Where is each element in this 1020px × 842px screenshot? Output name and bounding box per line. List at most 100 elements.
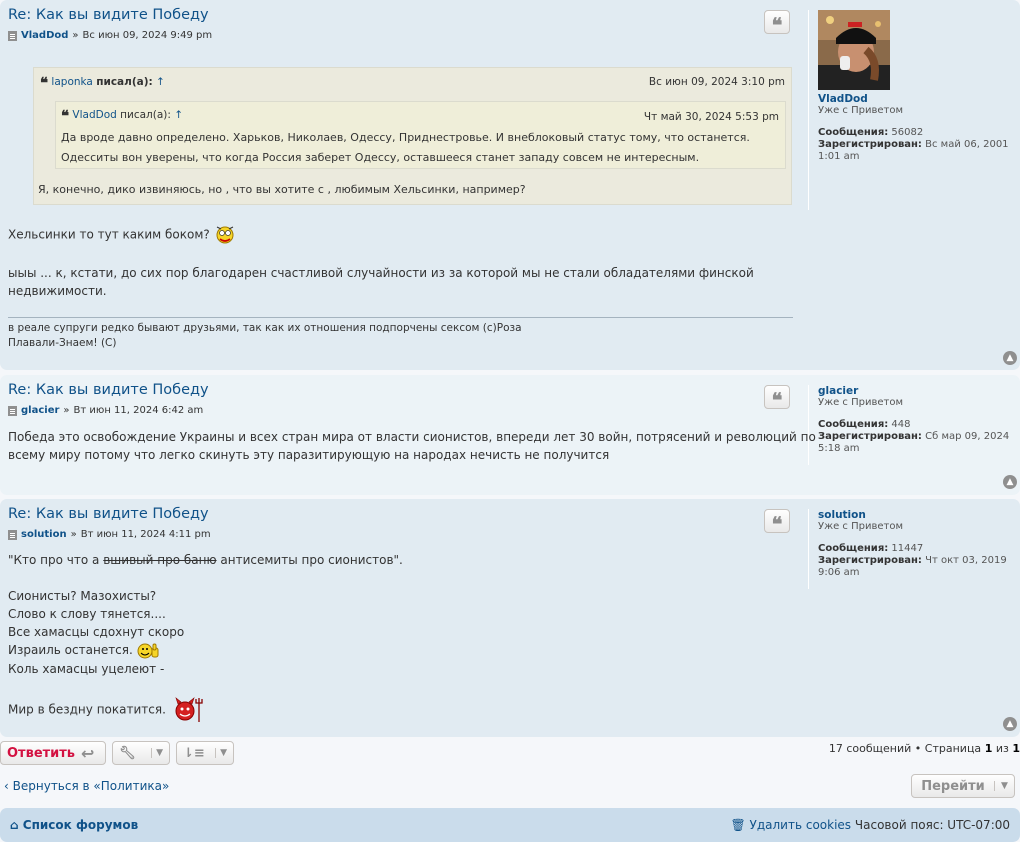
delete-cookies-link[interactable]: Удалить cookies bbox=[750, 818, 852, 832]
signature-line: Плавали-Знаем! (С) bbox=[8, 337, 117, 349]
quote-text: Я, конечно, дико извиняюсь, но , что вы … bbox=[38, 183, 526, 196]
post-author[interactable]: glacier bbox=[21, 405, 59, 416]
jump-to-button[interactable]: Перейти ▼ bbox=[911, 774, 1015, 798]
current-page: 1 bbox=[984, 742, 993, 755]
quote-date: Вс июн 09, 2024 3:10 pm bbox=[648, 76, 785, 88]
back-to-top-icon[interactable]: ▲ bbox=[1003, 717, 1017, 731]
quote-button[interactable]: ❝ bbox=[764, 10, 790, 37]
profile-posts-link[interactable]: 448 bbox=[891, 419, 910, 430]
footer-right: 🗑︎ Удалить cookies Часовой пояс: UTC-07:… bbox=[730, 818, 1010, 832]
profile-posts-link[interactable]: 11447 bbox=[891, 543, 923, 554]
thumbs-up-smiley-icon bbox=[137, 643, 159, 658]
avatar[interactable] bbox=[818, 10, 890, 90]
post-author-line: solution » Вт июн 11, 2024 4:11 pm bbox=[8, 529, 211, 540]
signature: в реале супруги редко бывают друзьями, т… bbox=[8, 317, 793, 351]
quote-jump-link[interactable]: ↑ bbox=[156, 76, 165, 88]
document-icon[interactable] bbox=[8, 30, 17, 41]
strikethrough-text: вшивый про баню bbox=[103, 553, 217, 567]
sort-dropdown[interactable]: ⇂≡ ▼ bbox=[176, 741, 234, 765]
content-line: Коль хамасцы уцелеют - bbox=[8, 661, 165, 676]
post-author[interactable]: solution bbox=[21, 529, 67, 540]
post-1: Re: Как вы видите Победу VladDod » Вс ию… bbox=[0, 0, 1020, 370]
post-profile: solution Уже с Приветом Сообщения: 11447… bbox=[808, 509, 1007, 589]
profile-registered-time: 5:18 am bbox=[818, 443, 860, 454]
dizzy-smiley-icon bbox=[216, 226, 234, 244]
document-icon[interactable] bbox=[8, 405, 17, 416]
post-title[interactable]: Re: Как вы видите Победу bbox=[8, 506, 209, 522]
separator: » bbox=[63, 405, 70, 416]
forum-index-label: Список форумов bbox=[22, 818, 139, 832]
post-title[interactable]: Re: Как вы видите Победу bbox=[8, 7, 209, 23]
quote-wrote: писал(а): bbox=[120, 109, 171, 121]
profile-rank: Уже с Приветом bbox=[818, 521, 904, 532]
quote-icon: ❝ bbox=[771, 388, 783, 412]
post-content: "Кто про что а вшивый про баню антисемит… bbox=[8, 551, 403, 724]
post-profile: VladDod Уже с Приветом Сообщения: 56082 … bbox=[808, 10, 1009, 210]
content-line: Израиль останется. bbox=[8, 641, 403, 660]
content-line: Мир в бездну покатится. bbox=[8, 696, 403, 724]
content-line: Сионисты? Мазохисты? bbox=[8, 589, 157, 603]
profile-registered: Зарегистрирован: Чт окт 03, 2019 bbox=[818, 555, 1007, 566]
quote-icon: ❝ bbox=[40, 74, 49, 92]
back-to-top-icon[interactable]: ▲ bbox=[1003, 475, 1017, 489]
caret-down-icon: ▼ bbox=[215, 748, 227, 758]
timezone: Часовой пояс: UTC-07:00 bbox=[854, 818, 1010, 832]
quote-button[interactable]: ❝ bbox=[764, 385, 790, 412]
content-line: Победа это освобождение Украины и всех с… bbox=[8, 430, 816, 444]
reply-arrow-icon: ↩ bbox=[81, 743, 95, 763]
quote-wrote: писал(а): bbox=[96, 76, 153, 88]
quote-icon: ❝ bbox=[771, 13, 783, 37]
post-author-line: VladDod » Вс июн 09, 2024 9:49 pm bbox=[8, 30, 212, 41]
content-line: Слово к слову тянется.... bbox=[8, 607, 166, 621]
total-pages: 1 bbox=[1012, 742, 1020, 755]
jump-to-label: Перейти bbox=[921, 778, 985, 794]
post-2: Re: Как вы видите Победу glacier » Вт ию… bbox=[0, 375, 1020, 495]
chevron-left-icon: ‹ bbox=[4, 779, 9, 793]
inner-quote: ❝ VladDod писал(а): ↑ Чт май 30, 2024 5:… bbox=[55, 101, 786, 169]
post-title[interactable]: Re: Как вы видите Победу bbox=[8, 382, 209, 398]
content-line: всему миру потому что легко скинуть эту … bbox=[8, 448, 610, 462]
tools-dropdown[interactable]: 🔧︎ ▼ bbox=[112, 741, 170, 765]
caret-down-icon: ▼ bbox=[994, 781, 1014, 791]
separator: » bbox=[72, 30, 79, 41]
return-link-label: Вернуться в «Политика» bbox=[12, 779, 170, 793]
profile-name[interactable]: VladDod bbox=[818, 93, 1009, 105]
profile-posts-link[interactable]: 56082 bbox=[891, 127, 923, 138]
profile-posts: Сообщения: 56082 bbox=[818, 127, 924, 138]
reply-button[interactable]: Ответить ↩ bbox=[0, 741, 106, 765]
profile-rank: Уже с Приветом bbox=[818, 397, 904, 408]
signature-line: в реале супруги редко бывают друзьями, т… bbox=[8, 322, 522, 334]
quote-line: Да вроде давно определено. Харьков, Нико… bbox=[61, 131, 750, 144]
quote-line: Одесситы вон уверены, что когда Россия з… bbox=[61, 151, 700, 164]
content-line: ыыы ... к, кстати, до сих пор благодарен… bbox=[8, 266, 754, 280]
post-3: Re: Как вы видите Победу solution » Вт и… bbox=[0, 499, 1020, 737]
post-profile: glacier Уже с Приветом Сообщения: 448 За… bbox=[808, 385, 1009, 465]
profile-registered: Зарегистрирован: Сб мар 09, 2024 bbox=[818, 431, 1010, 442]
reply-label: Ответить bbox=[7, 745, 76, 761]
post-author-line: glacier » Вт июн 11, 2024 6:42 am bbox=[8, 405, 203, 416]
quote-icon: ❝ bbox=[61, 107, 70, 125]
footer-navbar: ⌂ Список форумов 🗑︎ Удалить cookies Часо… bbox=[0, 808, 1020, 842]
pagination: 17 сообщений • Страница 1 из 1 bbox=[828, 742, 1020, 755]
profile-rank: Уже с Приветом bbox=[818, 105, 904, 116]
document-icon[interactable] bbox=[8, 529, 17, 540]
forum-index-link[interactable]: ⌂ Список форумов bbox=[10, 818, 138, 832]
post-author[interactable]: VladDod bbox=[21, 30, 68, 41]
trash-icon: 🗑︎ bbox=[730, 818, 746, 832]
quote-button[interactable]: ❝ bbox=[764, 509, 790, 536]
content-line: недвижимости. bbox=[8, 284, 107, 298]
quote-jump-link[interactable]: ↑ bbox=[174, 109, 183, 121]
profile-name[interactable]: glacier bbox=[818, 385, 1009, 397]
wrench-icon: 🔧︎ bbox=[119, 745, 136, 761]
sort-icon: ⇂≡ bbox=[183, 745, 205, 761]
quote-author[interactable]: VladDod bbox=[72, 109, 116, 121]
post-content: Победа это освобождение Украины и всех с… bbox=[8, 428, 816, 464]
profile-posts: Сообщения: 11447 bbox=[818, 543, 924, 554]
return-link[interactable]: ‹ Вернуться в «Политика» bbox=[4, 779, 169, 793]
quote-author[interactable]: laponka bbox=[51, 76, 92, 88]
profile-name[interactable]: solution bbox=[818, 509, 1007, 521]
content-line: "Кто про что а вшивый про баню антисемит… bbox=[8, 553, 403, 567]
back-to-top-icon[interactable]: ▲ bbox=[1003, 351, 1017, 365]
post-date: Вт июн 11, 2024 6:42 am bbox=[73, 405, 204, 416]
profile-posts: Сообщения: 448 bbox=[818, 419, 911, 430]
